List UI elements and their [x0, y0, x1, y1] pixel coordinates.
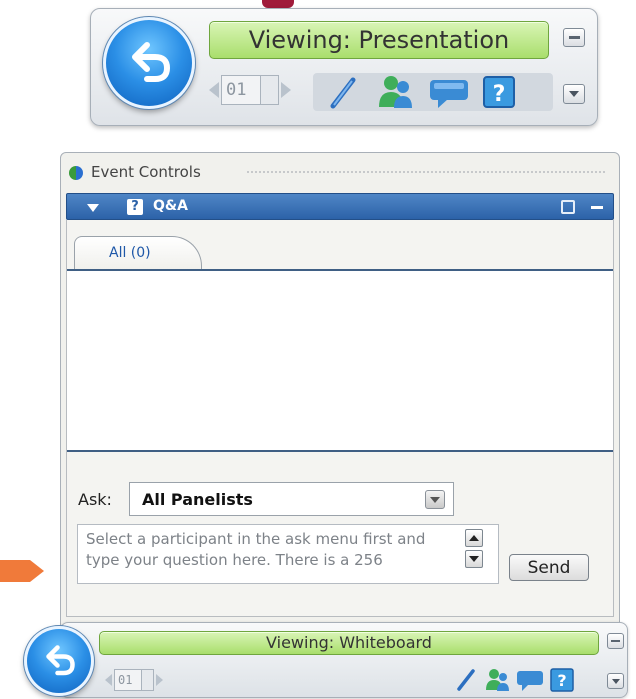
- page-number: 01: [221, 75, 261, 105]
- back-arrow-icon: [132, 42, 171, 82]
- event-controls-header[interactable]: Event Controls: [61, 153, 619, 193]
- chevron-down-icon: [430, 496, 440, 503]
- next-page-icon[interactable]: [281, 82, 291, 98]
- viewing-status-label: Viewing: Presentation: [248, 26, 510, 54]
- send-button[interactable]: Send: [509, 554, 589, 581]
- back-button[interactable]: [103, 17, 195, 109]
- questions-list[interactable]: [67, 271, 613, 452]
- previous-page-icon[interactable]: [209, 82, 219, 98]
- event-controls-title: Event Controls: [91, 163, 201, 181]
- ask-recipient-select[interactable]: All Panelists: [129, 482, 454, 516]
- pen-icon[interactable]: [323, 75, 363, 111]
- bottom-previous-page-icon[interactable]: [105, 674, 112, 686]
- ask-selected-value: All Panelists: [142, 489, 253, 509]
- minimize-section-icon[interactable]: [591, 206, 603, 209]
- svg-text:?: ?: [493, 82, 506, 107]
- qa-section-body: All (0) Ask: All Panelists Select a part…: [66, 220, 614, 617]
- bottom-attendees-icon[interactable]: [483, 667, 511, 693]
- bottom-question-icon[interactable]: ?: [549, 667, 575, 693]
- qa-title: Q&A: [153, 198, 188, 214]
- expand-dropdown-button[interactable]: [563, 84, 585, 104]
- bottom-next-page-icon[interactable]: [156, 674, 163, 686]
- page-stepper[interactable]: 01: [209, 75, 291, 105]
- svg-text:?: ?: [557, 671, 566, 690]
- chat-icon[interactable]: [427, 75, 471, 111]
- tab-all[interactable]: All (0): [74, 236, 202, 270]
- bottom-pen-icon[interactable]: [453, 667, 479, 693]
- viewing-status: Viewing: Presentation: [209, 21, 549, 59]
- collapse-triangle-icon[interactable]: [87, 204, 99, 212]
- bottom-view-toolbar: Viewing: Whiteboard 01 ?: [60, 622, 628, 698]
- bottom-viewing-status-label: Viewing: Whiteboard: [266, 633, 432, 652]
- scroll-up-icon: [469, 535, 479, 541]
- bottom-page-dropdown-button[interactable]: [142, 669, 154, 691]
- attendees-icon[interactable]: [375, 73, 415, 111]
- orange-pointer-arrow-icon: [0, 556, 44, 586]
- bottom-page-number: 01: [114, 669, 142, 691]
- scroll-down-button[interactable]: [465, 550, 483, 568]
- drag-handle-dots[interactable]: [246, 170, 607, 175]
- bottom-back-arrow-icon: [46, 645, 75, 676]
- event-controls-panel: Event Controls ? Q&A All (0) Ask: All Pa…: [60, 152, 620, 630]
- bottom-page-stepper[interactable]: 01: [105, 669, 163, 691]
- bottom-back-button[interactable]: [24, 626, 94, 696]
- ask-label: Ask:: [78, 490, 112, 509]
- question-input[interactable]: Select a participant in the ask menu fir…: [77, 524, 499, 584]
- qa-section-header[interactable]: ? Q&A: [66, 193, 614, 220]
- scroll-down-icon: [469, 556, 479, 562]
- top-banner-strip: [262, 0, 294, 8]
- bottom-expand-dropdown-button[interactable]: [607, 673, 624, 689]
- minimize-button[interactable]: [563, 28, 585, 47]
- tab-all-label: All (0): [109, 245, 151, 261]
- scroll-up-button[interactable]: [465, 529, 483, 547]
- question-icon[interactable]: ?: [481, 75, 517, 109]
- qa-header-icon: ?: [127, 199, 143, 215]
- page-dropdown-button[interactable]: [261, 75, 279, 105]
- bottom-viewing-status: Viewing: Whiteboard: [99, 631, 599, 655]
- bottom-chat-icon[interactable]: [515, 667, 545, 693]
- bottom-minimize-button[interactable]: [607, 633, 624, 649]
- question-text: Select a participant in the ask menu fir…: [86, 530, 426, 569]
- pop-out-icon[interactable]: [561, 200, 575, 214]
- event-status-icon: [69, 166, 83, 180]
- select-dropdown-button[interactable]: [425, 490, 445, 509]
